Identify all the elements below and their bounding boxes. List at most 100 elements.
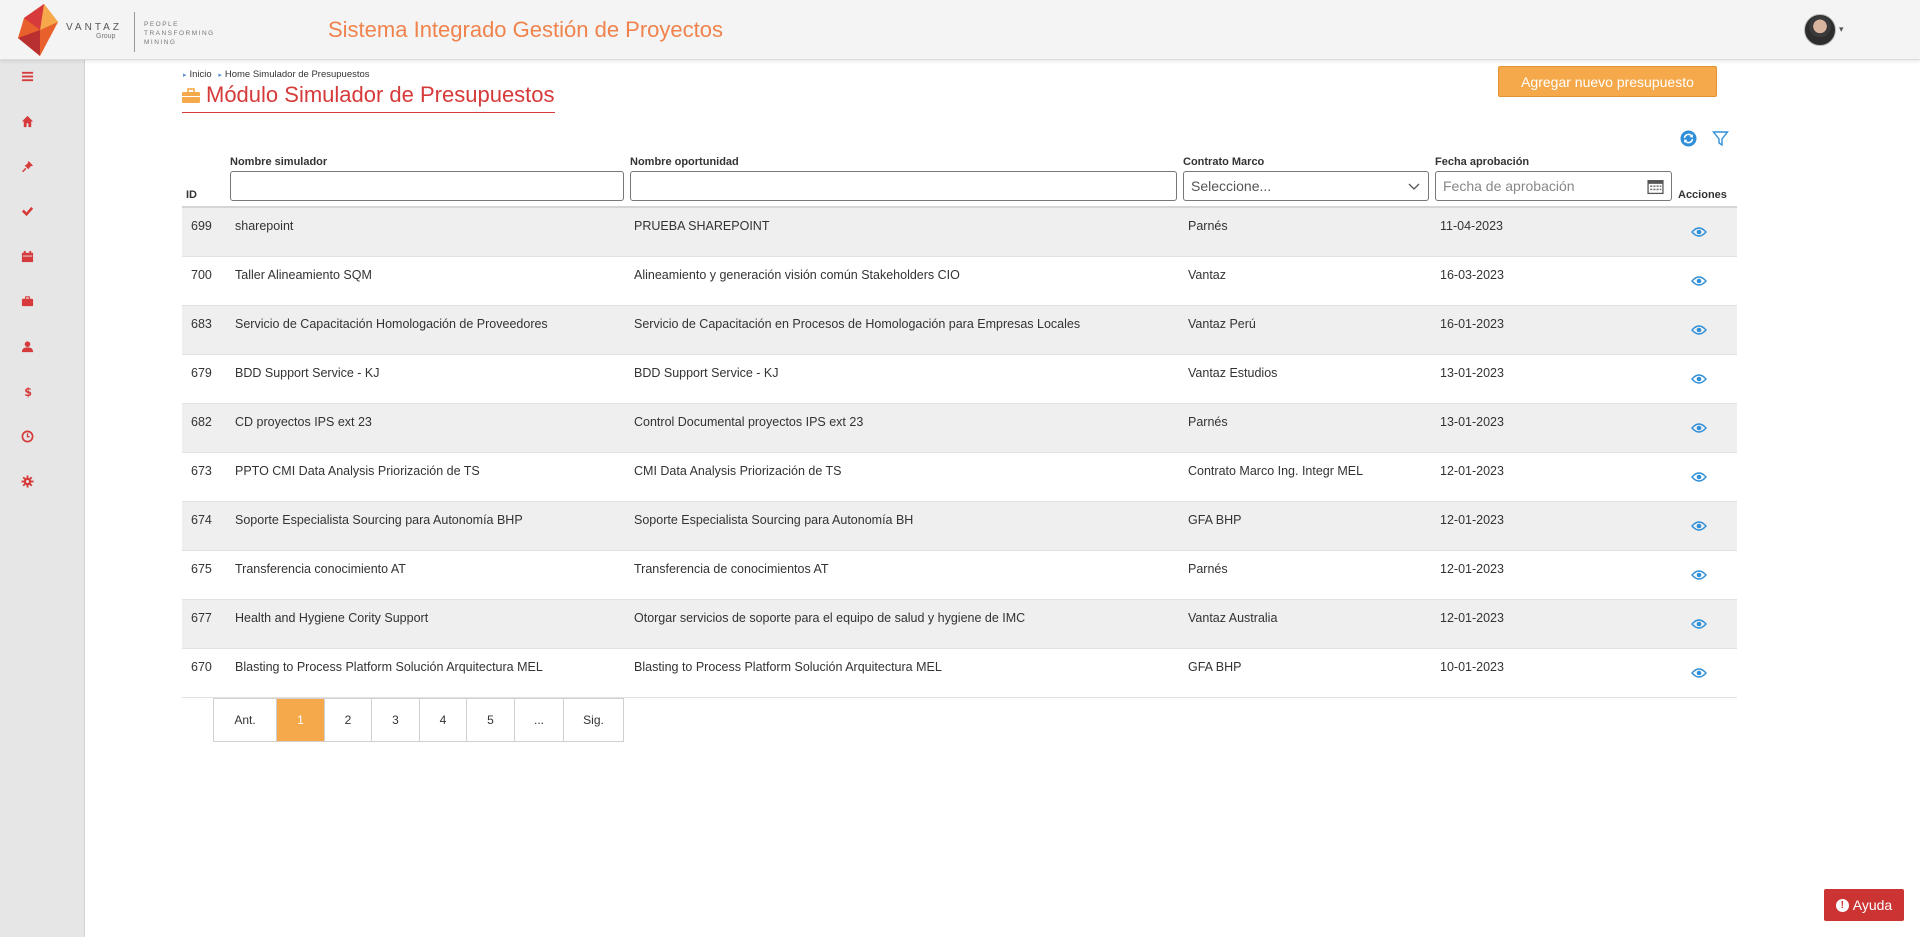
- view-eye-icon[interactable]: [1691, 520, 1707, 532]
- view-eye-icon[interactable]: [1691, 569, 1707, 581]
- brand-divider: [134, 12, 135, 52]
- dollar-icon[interactable]: $: [17, 381, 37, 401]
- cell-oportunidad: Alineamiento y generación visión común S…: [634, 268, 960, 282]
- calendar-icon[interactable]: [1647, 178, 1664, 195]
- view-eye-icon[interactable]: [1691, 275, 1707, 287]
- help-label: Ayuda: [1852, 897, 1893, 913]
- cell-oportunidad: Soporte Especialista Sourcing para Auton…: [634, 513, 914, 527]
- view-eye-icon[interactable]: [1691, 471, 1707, 483]
- app-title: Sistema Integrado Gestión de Proyectos: [328, 17, 723, 42]
- view-eye-icon[interactable]: [1691, 667, 1707, 679]
- cell-contrato: GFA BHP: [1188, 660, 1242, 674]
- budget-table-body: 699 sharepoint PRUEBA SHAREPOINT Parnés 11-0…: [182, 208, 1737, 698]
- cell-fecha: 12-01-2023: [1440, 464, 1504, 478]
- cell-oportunidad: Blasting to Process Platform Solución Ar…: [634, 660, 942, 674]
- cell-id: 700: [191, 268, 212, 282]
- view-eye-icon[interactable]: [1691, 422, 1707, 434]
- contrato-marco-select[interactable]: Seleccione...: [1183, 171, 1429, 201]
- home-icon[interactable]: [17, 111, 37, 131]
- cell-oportunidad: Transferencia de conocimientos AT: [634, 562, 829, 576]
- cell-id: 699: [191, 219, 212, 233]
- fecha-placeholder: Fecha de aprobación: [1443, 178, 1575, 194]
- breadcrumb: ▸ Inicio ▸ Home Simulador de Presupuestos: [183, 69, 370, 80]
- cell-simulador: Soporte Especialista Sourcing para Auton…: [235, 513, 523, 527]
- table-row: 674 Soporte Especialista Sourcing para Au…: [182, 502, 1737, 551]
- cell-contrato: Parnés: [1188, 562, 1228, 576]
- page-title: Módulo Simulador de Presupuestos: [182, 82, 555, 113]
- column-header-simulador: Nombre simulador: [230, 156, 328, 168]
- cell-oportunidad: Control Documental proyectos IPS ext 23: [634, 415, 864, 429]
- table-row: 675 Transferencia conocimiento AT Transfer…: [182, 551, 1737, 600]
- cell-id: 670: [191, 660, 212, 674]
- column-header-contrato: Contrato Marco: [1183, 156, 1265, 168]
- view-eye-icon[interactable]: [1691, 226, 1707, 238]
- check-icon[interactable]: [17, 201, 37, 221]
- cell-fecha: 13-01-2023: [1440, 415, 1504, 429]
- cell-contrato: Vantaz Estudios: [1188, 366, 1278, 380]
- menu-icon[interactable]: [17, 66, 37, 86]
- fecha-aprobacion-input[interactable]: Fecha de aprobación: [1435, 171, 1672, 201]
- cell-contrato: Vantaz Australia: [1188, 611, 1278, 625]
- view-eye-icon[interactable]: [1691, 618, 1707, 630]
- cell-contrato: Parnés: [1188, 415, 1228, 429]
- brand-group: Group: [96, 33, 116, 40]
- cell-simulador: BDD Support Service - KJ: [235, 366, 380, 380]
- pagination-page-button[interactable]: 1: [277, 699, 325, 741]
- user-icon[interactable]: [17, 336, 37, 356]
- pagination-page-button[interactable]: 3: [372, 699, 420, 741]
- sidebar: $: [0, 60, 85, 937]
- caret-down-icon[interactable]: ▾: [1839, 24, 1844, 35]
- cell-contrato: GFA BHP: [1188, 513, 1242, 527]
- table-row: 677 Health and Hygiene Cority Support Otor…: [182, 600, 1737, 649]
- cell-contrato: Parnés: [1188, 219, 1228, 233]
- breadcrumb-current: Home Simulador de Presupuestos: [224, 69, 370, 80]
- cell-fecha: 16-01-2023: [1440, 317, 1504, 331]
- cell-id: 683: [191, 317, 212, 331]
- table-row: 670 Blasting to Process Platform Solución…: [182, 649, 1737, 698]
- cell-oportunidad: Servicio de Capacitación en Procesos de …: [634, 317, 1081, 331]
- view-eye-icon[interactable]: [1691, 324, 1707, 336]
- pagination-ellipsis[interactable]: ...: [515, 699, 564, 741]
- cell-fecha: 12-01-2023: [1440, 611, 1504, 625]
- oportunidad-filter-input[interactable]: [630, 171, 1177, 201]
- refresh-icon[interactable]: [1680, 130, 1697, 147]
- clock-icon[interactable]: [17, 426, 37, 446]
- table-row: 699 sharepoint PRUEBA SHAREPOINT Parnés 11-0…: [182, 208, 1737, 257]
- user-avatar[interactable]: [1804, 14, 1836, 46]
- table-row: 700 Taller Alineamiento SQM Alineamiento y…: [182, 257, 1737, 306]
- cell-fecha: 13-01-2023: [1440, 366, 1504, 380]
- table-row: 673 PPTO CMI Data Analysis Priorización d…: [182, 453, 1737, 502]
- pin-icon[interactable]: [17, 156, 37, 176]
- cell-oportunidad: CMI Data Analysis Priorización de TS: [634, 464, 842, 478]
- cell-oportunidad: BDD Support Service - KJ: [634, 366, 779, 380]
- view-eye-icon[interactable]: [1691, 373, 1707, 385]
- cell-fecha: 16-03-2023: [1440, 268, 1504, 282]
- cell-simulador: Health and Hygiene Cority Support: [235, 611, 429, 625]
- pagination-prev-button[interactable]: Ant.: [214, 699, 277, 741]
- calendar-icon[interactable]: [17, 246, 37, 266]
- pagination-page-button[interactable]: 2: [325, 699, 372, 741]
- simulador-filter-input[interactable]: [230, 171, 624, 201]
- pagination-page-button[interactable]: 5: [467, 699, 515, 741]
- gear-icon[interactable]: [17, 471, 37, 491]
- cell-fecha: 11-04-2023: [1440, 219, 1504, 233]
- breadcrumb-home-link[interactable]: Inicio: [190, 69, 212, 80]
- pagination-page-button[interactable]: 4: [420, 699, 467, 741]
- filter-icon[interactable]: [1712, 130, 1729, 147]
- briefcase-icon[interactable]: [17, 291, 37, 311]
- add-budget-button[interactable]: Agregar nuevo presupuesto: [1498, 66, 1717, 97]
- cell-contrato: Vantaz Perú: [1188, 317, 1256, 331]
- help-button[interactable]: ! Ayuda: [1824, 889, 1904, 921]
- cell-id: 675: [191, 562, 212, 576]
- pagination-next-button[interactable]: Sig.: [564, 699, 623, 741]
- breadcrumb-arrow-icon: ▸: [183, 72, 187, 79]
- cell-simulador: Servicio de Capacitación Homologación de…: [235, 317, 548, 331]
- table-row: 683 Servicio de Capacitación Homologación…: [182, 306, 1737, 355]
- cell-simulador: PPTO CMI Data Analysis Priorización de T…: [235, 464, 480, 478]
- brand-name: VANTAZ: [66, 22, 122, 33]
- top-header: VANTAZ Group PEOPLE TRANSFORMING MINING …: [0, 0, 1920, 60]
- cell-id: 673: [191, 464, 212, 478]
- cell-simulador: sharepoint: [235, 219, 294, 233]
- cell-id: 677: [191, 611, 212, 625]
- pagination: Ant. 1 2 3 4 5 ... Sig.: [213, 698, 624, 742]
